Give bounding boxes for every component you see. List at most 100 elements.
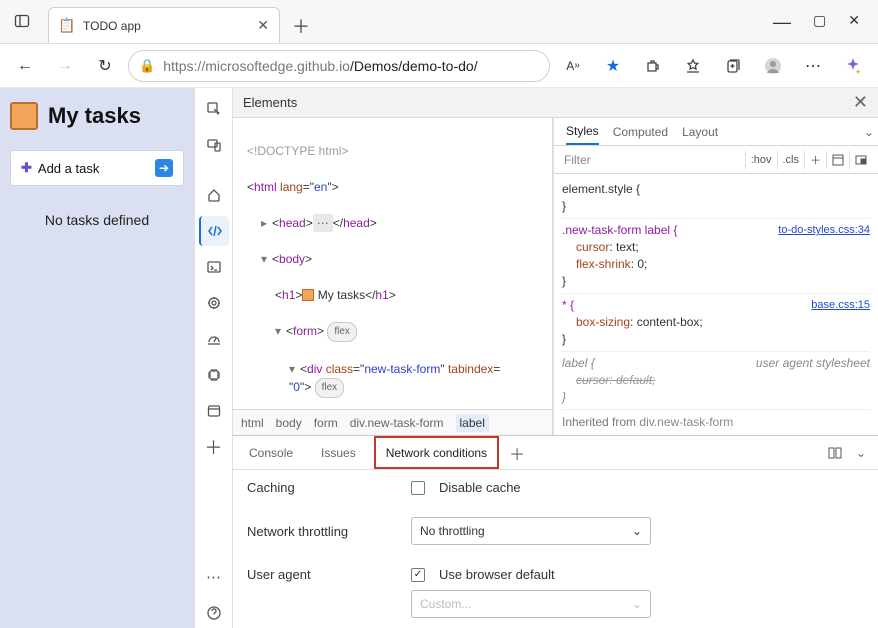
flexbox-editor-icon[interactable] [826, 151, 849, 169]
devtools-header: Elements ✕ [233, 88, 878, 118]
style-rules[interactable]: element.style { } .new-task-form label {… [554, 174, 878, 435]
chevron-down-icon: ⌄ [632, 597, 642, 611]
inspect-icon[interactable] [199, 94, 229, 124]
browser-toolbar: ← → ↻ 🔒 https://microsoftedge.github.io/… [0, 44, 878, 88]
tab-favicon-icon: 📋 [59, 18, 75, 34]
empty-state: No tasks defined [10, 206, 184, 228]
styles-filter-bar: Filter :hov .cls ＋ [554, 146, 878, 174]
drawer-tabs: Console Issues Network conditions ＋ ⌄ [233, 436, 878, 470]
tab-actions-icon[interactable] [0, 0, 44, 43]
user-agent-label: User agent [247, 567, 397, 582]
filter-input[interactable]: Filter [560, 153, 745, 167]
close-devtools-icon[interactable]: ✕ [853, 92, 868, 113]
hov-toggle[interactable]: :hov [745, 151, 777, 169]
dom-node[interactable]: <html lang="en"> [247, 178, 548, 196]
tab-layout[interactable]: Layout [682, 125, 718, 139]
favorite-icon[interactable]: ★ [596, 49, 630, 83]
ua-default-label: Use browser default [439, 567, 555, 582]
dom-breadcrumbs[interactable]: html body form div.new-task-form label [233, 409, 552, 435]
ua-default-checkbox[interactable]: ✓ [411, 568, 425, 582]
dom-node[interactable]: ▾<form> flex [247, 322, 548, 342]
disable-cache-checkbox[interactable] [411, 481, 425, 495]
address-bar[interactable]: 🔒 https://microsoftedge.github.io/Demos/… [128, 50, 550, 82]
page-title: My tasks [48, 103, 141, 129]
url-path: /Demos/demo-to-do/ [350, 58, 478, 74]
crumb[interactable]: body [276, 416, 302, 430]
tab-close-icon[interactable]: ✕ [257, 17, 269, 34]
devtools-panel: Elements ✕ <!DOCTYPE html> <html lang="e… [232, 88, 878, 628]
device-toggle-icon[interactable] [199, 130, 229, 160]
panel-title: Elements [243, 95, 297, 110]
ua-custom-select: Custom...⌄ [411, 590, 651, 618]
clipboard-icon [10, 102, 38, 130]
new-rule-icon[interactable]: ＋ [804, 151, 826, 169]
url-prefix: https:// [163, 58, 205, 74]
dom-tree[interactable]: <!DOCTYPE html> <html lang="en"> ▸<head>… [233, 118, 552, 409]
crumb[interactable]: form [314, 416, 338, 430]
copilot-icon[interactable] [836, 49, 870, 83]
collections-icon[interactable] [716, 49, 750, 83]
crumb[interactable]: html [241, 416, 264, 430]
extensions-icon[interactable] [636, 49, 670, 83]
dom-node[interactable]: ▾<div class="new-task-form" tabindex= "0… [247, 360, 548, 398]
dom-node[interactable]: ▸<head>⋯</head> [247, 214, 548, 232]
sources-icon[interactable] [199, 288, 229, 318]
window-minimize-icon[interactable]: — [773, 12, 791, 33]
tab-console[interactable]: Console [239, 436, 303, 469]
back-button[interactable]: ← [8, 49, 42, 83]
dock-side-icon[interactable] [828, 447, 842, 459]
add-drawer-tab-icon[interactable]: ＋ [509, 441, 525, 465]
chevron-down-icon[interactable]: ⌄ [850, 446, 872, 460]
forward-button: → [48, 49, 82, 83]
performance-icon[interactable] [199, 324, 229, 354]
tab-title: TODO app [83, 19, 249, 33]
rendering-icon[interactable] [849, 151, 872, 169]
dom-node[interactable]: <h1> My tasks</h1> [247, 286, 548, 304]
chevron-down-icon: ⌄ [632, 524, 642, 538]
tab-computed[interactable]: Computed [613, 125, 668, 139]
add-task-input[interactable]: ✚ Add a task ➔ [10, 150, 184, 186]
new-tab-button[interactable]: ＋ [286, 11, 316, 41]
elements-icon[interactable] [199, 216, 229, 246]
page-heading: My tasks [10, 102, 184, 130]
throttling-select[interactable]: No throttling⌄ [411, 517, 651, 545]
welcome-icon[interactable] [199, 180, 229, 210]
page-content: My tasks ✚ Add a task ➔ No tasks defined [0, 88, 194, 628]
more-icon[interactable]: ⋯ [796, 49, 830, 83]
styles-tabs: Styles Computed Layout ⌄ [554, 118, 878, 146]
application-icon[interactable] [199, 396, 229, 426]
profile-icon[interactable] [756, 49, 790, 83]
caching-label: Caching [247, 480, 397, 495]
source-link[interactable]: base.css:15 [811, 297, 870, 314]
devtools-drawer: Console Issues Network conditions ＋ ⌄ Ca… [233, 435, 878, 628]
favorites-list-icon[interactable] [676, 49, 710, 83]
throttling-label: Network throttling [247, 524, 397, 539]
dom-node[interactable]: <!DOCTYPE html> [247, 142, 548, 160]
memory-icon[interactable] [199, 360, 229, 390]
lock-icon: 🔒 [139, 58, 155, 74]
read-aloud-icon[interactable]: A» [556, 49, 590, 83]
window-close-icon[interactable]: ✕ [848, 12, 860, 33]
add-tool-icon[interactable]: ＋ [199, 432, 229, 462]
crumb-active[interactable]: label [456, 414, 489, 432]
dom-node[interactable]: ▾<body> [247, 250, 548, 268]
disable-cache-label: Disable cache [439, 480, 521, 495]
window-maximize-icon[interactable]: ▢ [813, 12, 826, 33]
refresh-button[interactable]: ↻ [88, 49, 122, 83]
tab-network-conditions[interactable]: Network conditions [374, 436, 499, 469]
help-icon[interactable] [199, 598, 229, 628]
plus-icon: ✚ [21, 160, 32, 176]
devtools-activity-bar: ＋ ⋯ [194, 88, 232, 628]
chevron-down-icon[interactable]: ⌄ [864, 125, 874, 139]
window-titlebar: 📋 TODO app ✕ ＋ — ▢ ✕ [0, 0, 878, 44]
crumb[interactable]: div.new-task-form [350, 416, 444, 430]
submit-arrow-icon[interactable]: ➔ [155, 159, 173, 177]
tab-styles[interactable]: Styles [566, 118, 599, 145]
url-host: microsoftedge.github.io [205, 58, 350, 74]
browser-tab[interactable]: 📋 TODO app ✕ [48, 7, 280, 43]
console-icon[interactable] [199, 252, 229, 282]
tab-issues[interactable]: Issues [311, 436, 366, 469]
source-link[interactable]: to-do-styles.css:34 [778, 222, 870, 239]
more-tools-icon[interactable]: ⋯ [199, 562, 229, 592]
cls-toggle[interactable]: .cls [777, 151, 805, 169]
